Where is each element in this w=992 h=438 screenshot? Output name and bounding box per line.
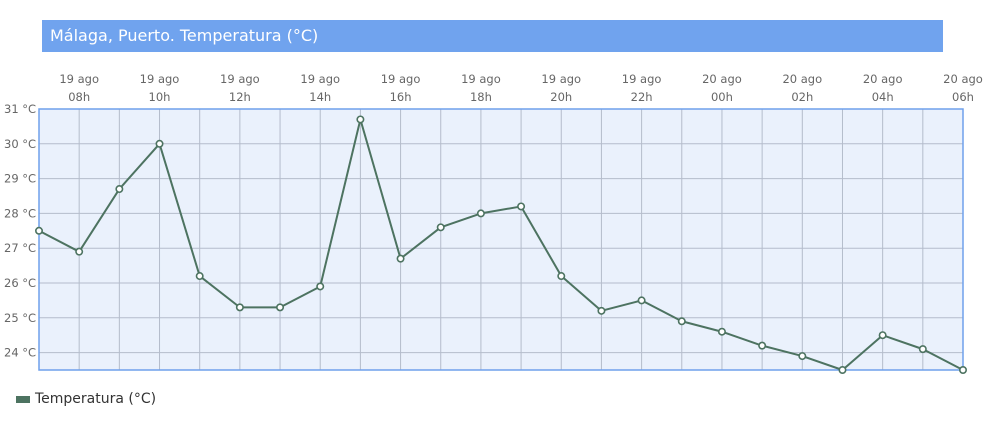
y-tick-label: 26 °C: [4, 276, 36, 290]
data-point: [235, 303, 244, 312]
legend-swatch: [16, 395, 30, 403]
x-tick-label-hour: 16h: [390, 90, 412, 104]
y-tick-label: 31 °C: [4, 102, 36, 116]
x-tick-label-hour: 12h: [229, 90, 251, 104]
x-tick-label-date: 20 ago: [702, 72, 742, 86]
x-tick-label-hour: 20h: [550, 90, 572, 104]
x-tick-label-date: 19 ago: [541, 72, 581, 86]
x-tick-label-date: 19 ago: [381, 72, 421, 86]
legend[interactable]: Temperatura (°C): [16, 391, 156, 407]
x-tick-label-hour: 06h: [952, 90, 974, 104]
data-point: [958, 365, 967, 374]
legend-label: Temperatura (°C): [35, 391, 157, 407]
x-tick-label-hour: 14h: [309, 90, 331, 104]
data-point: [637, 296, 646, 305]
x-tick-label-date: 19 ago: [461, 72, 501, 86]
data-point: [798, 352, 807, 361]
x-tick-label-date: 20 ago: [863, 72, 903, 86]
x-tick-label-date: 20 ago: [943, 72, 983, 86]
x-tick-label-date: 19 ago: [59, 72, 99, 86]
y-tick-label: 28 °C: [4, 206, 36, 220]
data-point: [316, 282, 325, 291]
x-tick-label-date: 20 ago: [782, 72, 822, 86]
x-tick-label-hour: 22h: [631, 90, 653, 104]
x-tick-label-hour: 02h: [791, 90, 813, 104]
data-point: [195, 272, 204, 281]
data-point: [597, 306, 606, 315]
y-tick-label: 30 °C: [4, 137, 36, 151]
data-point: [155, 139, 164, 148]
x-tick-label-hour: 08h: [68, 90, 90, 104]
plot-area: [39, 109, 963, 370]
data-point: [75, 247, 84, 256]
x-tick-label-date: 19 ago: [622, 72, 662, 86]
y-tick-label: 27 °C: [4, 241, 36, 255]
x-tick-label-hour: 04h: [872, 90, 894, 104]
x-tick-label-hour: 18h: [470, 90, 492, 104]
data-point: [878, 331, 887, 340]
data-point: [396, 254, 405, 263]
y-tick-label: 24 °C: [4, 346, 36, 360]
data-point: [436, 223, 445, 232]
y-tick-label: 25 °C: [4, 311, 36, 325]
data-point: [838, 365, 847, 374]
data-point: [276, 303, 285, 312]
x-tick-label-date: 19 ago: [140, 72, 180, 86]
temperature-chart: 31 °C 30 °C 29 °C 28 °C 27 °C 26 °C 25 °C 24 °C…: [4, 72, 983, 374]
data-point: [356, 115, 365, 124]
x-tick-label-date: 19 ago: [300, 72, 340, 86]
data-point: [758, 341, 767, 350]
data-point: [517, 202, 526, 211]
data-point: [476, 209, 485, 218]
data-point: [34, 226, 43, 235]
data-point: [918, 345, 927, 354]
y-tick-label: 29 °C: [4, 172, 36, 186]
data-point: [115, 185, 124, 194]
x-tick-label-hour: 00h: [711, 90, 733, 104]
x-tick-label-date: 19 ago: [220, 72, 260, 86]
x-tick-label-hour: 10h: [149, 90, 171, 104]
data-point: [677, 317, 686, 326]
data-point: [557, 272, 566, 281]
data-point: [717, 327, 726, 336]
